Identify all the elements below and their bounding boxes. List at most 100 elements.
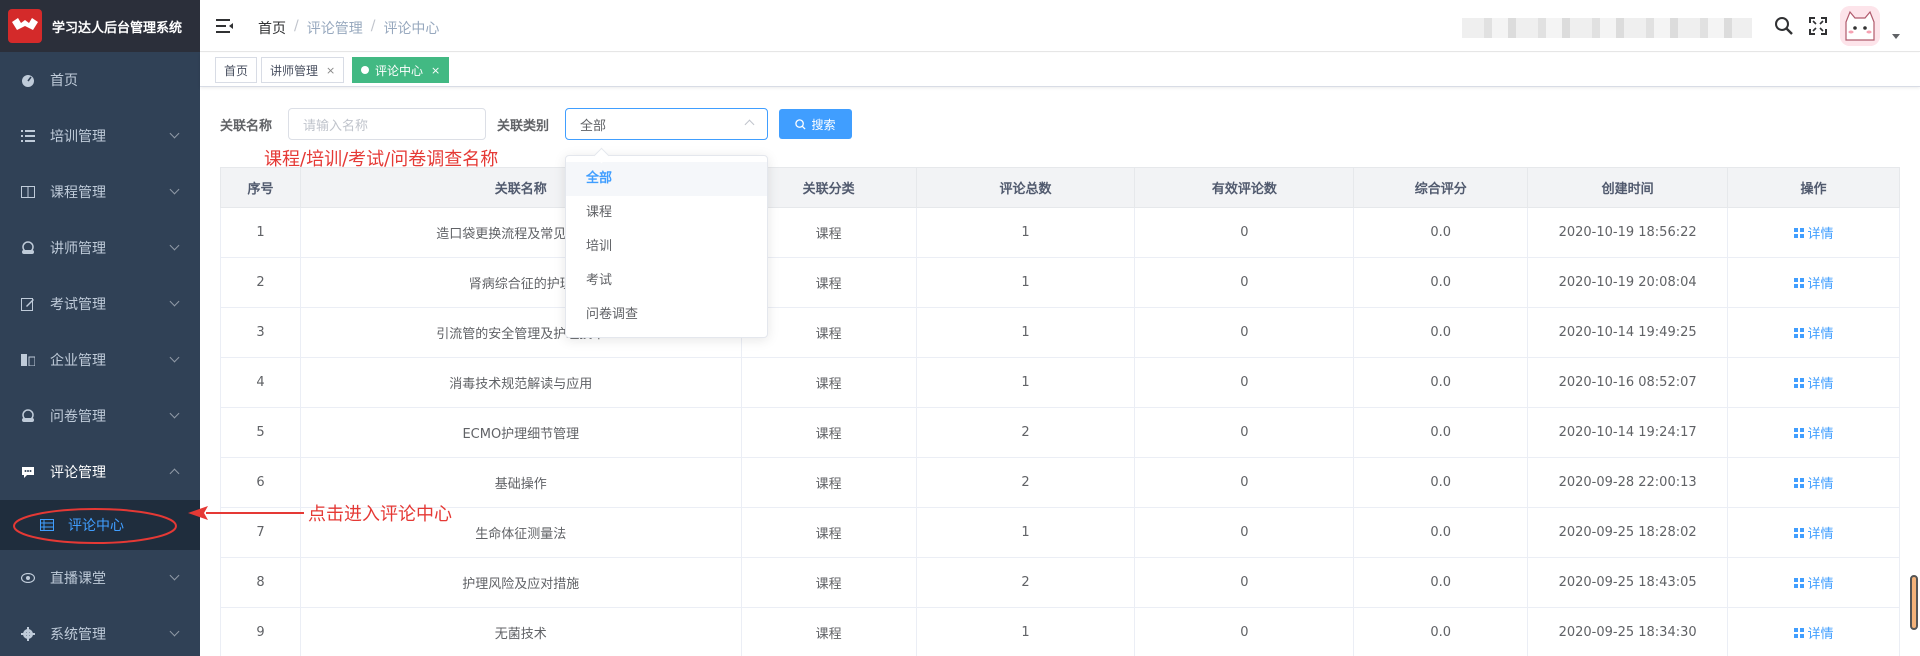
breadcrumb-separator: / <box>370 18 376 34</box>
app-title: 学习达人后台管理系统 <box>52 20 183 36</box>
hamburger-icon[interactable] <box>216 17 234 35</box>
cell-valid-comments: 0 <box>1134 207 1355 258</box>
sidebar-item-lecturers[interactable]: 讲师管理 <box>0 220 200 276</box>
cell-score: 0.0 <box>1353 407 1529 458</box>
people-icon <box>20 240 36 256</box>
dropdown-option-survey[interactable]: 问卷调查 <box>566 298 767 332</box>
sidebar-item-label: 直播课堂 <box>50 571 106 587</box>
detail-link-label: 详情 <box>1807 427 1834 442</box>
detail-link[interactable]: 详情 <box>1793 473 1834 492</box>
dropdown-option-all[interactable]: 全部 <box>566 162 767 196</box>
dropdown-option-exam[interactable]: 考试 <box>566 264 767 298</box>
cell-comment-total: 2 <box>915 407 1136 458</box>
type-label: 关联类别 <box>497 119 550 134</box>
sidebar-item-home[interactable]: 首页 <box>0 52 200 108</box>
cell-index: 4 <box>220 357 301 408</box>
detail-link-label: 详情 <box>1807 577 1834 592</box>
detail-link-label: 详情 <box>1807 527 1834 542</box>
tag-label: 讲师管理 <box>270 63 319 78</box>
sidebar-item-label: 培训管理 <box>50 129 106 145</box>
sidebar-item-courses[interactable]: 课程管理 <box>0 164 200 220</box>
cell-created-time: 2020-10-14 19:24:17 <box>1527 407 1729 458</box>
name-search-input[interactable]: 请输入名称 <box>288 108 486 140</box>
sidebar-item-live[interactable]: 直播课堂 <box>0 550 200 606</box>
detail-link[interactable]: 详情 <box>1793 573 1834 592</box>
breadcrumb-home[interactable]: 首页 <box>258 18 286 38</box>
type-select[interactable]: 全部 <box>565 108 768 140</box>
dropdown-option-training[interactable]: 培训 <box>566 230 767 264</box>
tag-comment-center[interactable]: 评论中心 × <box>352 57 450 83</box>
tag-home[interactable]: 首页 <box>215 57 258 83</box>
chevron-down-icon <box>169 296 180 307</box>
sidebar-item-training[interactable]: 培训管理 <box>0 108 200 164</box>
detail-link-label: 详情 <box>1807 227 1834 242</box>
header-index: 序号 <box>220 167 301 208</box>
table-row: 5 ECMO护理细节管理 课程 2 0 0.0 2020-10-14 19:24:17 详情 <box>220 407 1900 458</box>
detail-link[interactable]: 详情 <box>1793 323 1834 342</box>
cell-index: 5 <box>220 407 301 458</box>
book-icon <box>20 184 36 200</box>
grid-icon <box>1793 227 1804 238</box>
dropdown-option-course[interactable]: 课程 <box>566 196 767 230</box>
avatar[interactable] <box>1840 6 1880 46</box>
detail-link[interactable]: 详情 <box>1793 273 1834 292</box>
table-row: 4 消毒技术规范解读与应用 课程 1 0 0.0 2020-10-16 08:52:07 详情 <box>220 357 1900 408</box>
grid-icon <box>1793 277 1804 288</box>
sidebar-item-label: 评论管理 <box>50 465 106 481</box>
logo-bar[interactable]: 学习达人后台管理系统 <box>0 0 200 52</box>
cell-index: 9 <box>220 607 301 656</box>
cell-valid-comments: 0 <box>1134 357 1355 408</box>
sidebar-item-exams[interactable]: 考试管理 <box>0 276 200 332</box>
sidebar-subitem-comment-center[interactable]: 评论中心 <box>0 500 200 550</box>
tag-lecturer-management[interactable]: 讲师管理 × <box>261 57 345 83</box>
eye-icon <box>20 570 36 586</box>
detail-link[interactable]: 详情 <box>1793 623 1834 642</box>
caret-down-icon[interactable] <box>1892 34 1900 39</box>
table-row: 6 基础操作 课程 2 0 0.0 2020-09-28 22:00:13 详情 <box>220 457 1900 508</box>
search-button[interactable]: 搜索 <box>779 109 852 139</box>
cell-comment-total: 1 <box>915 357 1136 408</box>
detail-link[interactable]: 详情 <box>1793 223 1834 242</box>
cell-score: 0.0 <box>1353 207 1529 258</box>
cell-created-time: 2020-10-16 08:52:07 <box>1527 357 1729 408</box>
scrollbar-thumb[interactable] <box>1910 575 1918 630</box>
logo-icon <box>8 9 42 43</box>
table-row: 2 肾病综合征的护理 课程 1 0 0.0 2020-10-19 20:08:04 详情 <box>220 257 1900 308</box>
chevron-down-icon <box>169 352 180 363</box>
close-icon[interactable]: × <box>326 64 335 77</box>
type-select-dropdown: 全部 课程 培训 考试 问卷调查 <box>565 155 768 338</box>
detail-link[interactable]: 详情 <box>1793 373 1834 392</box>
table-header-row: 序号 关联名称 关联分类 评论总数 有效评论数 综合评分 创建时间 操作 <box>220 167 1900 208</box>
sidebar-item-comments[interactable]: 评论管理 <box>0 444 200 500</box>
search-icon[interactable] <box>1774 16 1794 36</box>
cell-comment-total: 2 <box>915 557 1136 608</box>
sidebar-item-system[interactable]: 系统管理 <box>0 606 200 656</box>
cell-category: 课程 <box>740 357 917 408</box>
sidebar-item-enterprise[interactable]: 企业管理 <box>0 332 200 388</box>
tag-label: 首页 <box>224 63 249 78</box>
chevron-up-icon <box>169 468 180 479</box>
name-label: 关联名称 <box>220 119 273 134</box>
close-icon[interactable]: × <box>431 64 440 77</box>
cell-score: 0.0 <box>1353 357 1529 408</box>
cell-actions: 详情 <box>1727 607 1900 656</box>
fullscreen-icon[interactable] <box>1808 16 1828 36</box>
dashboard-icon <box>20 72 36 88</box>
chevron-down-icon <box>169 128 180 139</box>
cell-score: 0.0 <box>1353 307 1529 358</box>
cell-index: 8 <box>220 557 301 608</box>
detail-link[interactable]: 详情 <box>1793 523 1834 542</box>
cell-actions: 详情 <box>1727 557 1900 608</box>
cell-category: 课程 <box>740 607 917 656</box>
chevron-down-icon <box>169 570 180 581</box>
detail-link-label: 详情 <box>1807 627 1834 642</box>
detail-link[interactable]: 详情 <box>1793 423 1834 442</box>
cell-name: 消毒技术规范解读与应用 <box>299 357 742 408</box>
cell-created-time: 2020-09-25 18:34:30 <box>1527 607 1729 656</box>
chevron-up-icon <box>744 119 755 130</box>
sidebar-item-surveys[interactable]: 问卷管理 <box>0 388 200 444</box>
breadcrumb-comment-management: 评论管理 <box>306 21 363 37</box>
cell-actions: 详情 <box>1727 507 1900 558</box>
chevron-down-icon <box>169 626 180 637</box>
app-root: 学习达人后台管理系统 首页 培训管理 课程管理 讲师管理 考试管理 企业管理 问… <box>0 0 1920 656</box>
